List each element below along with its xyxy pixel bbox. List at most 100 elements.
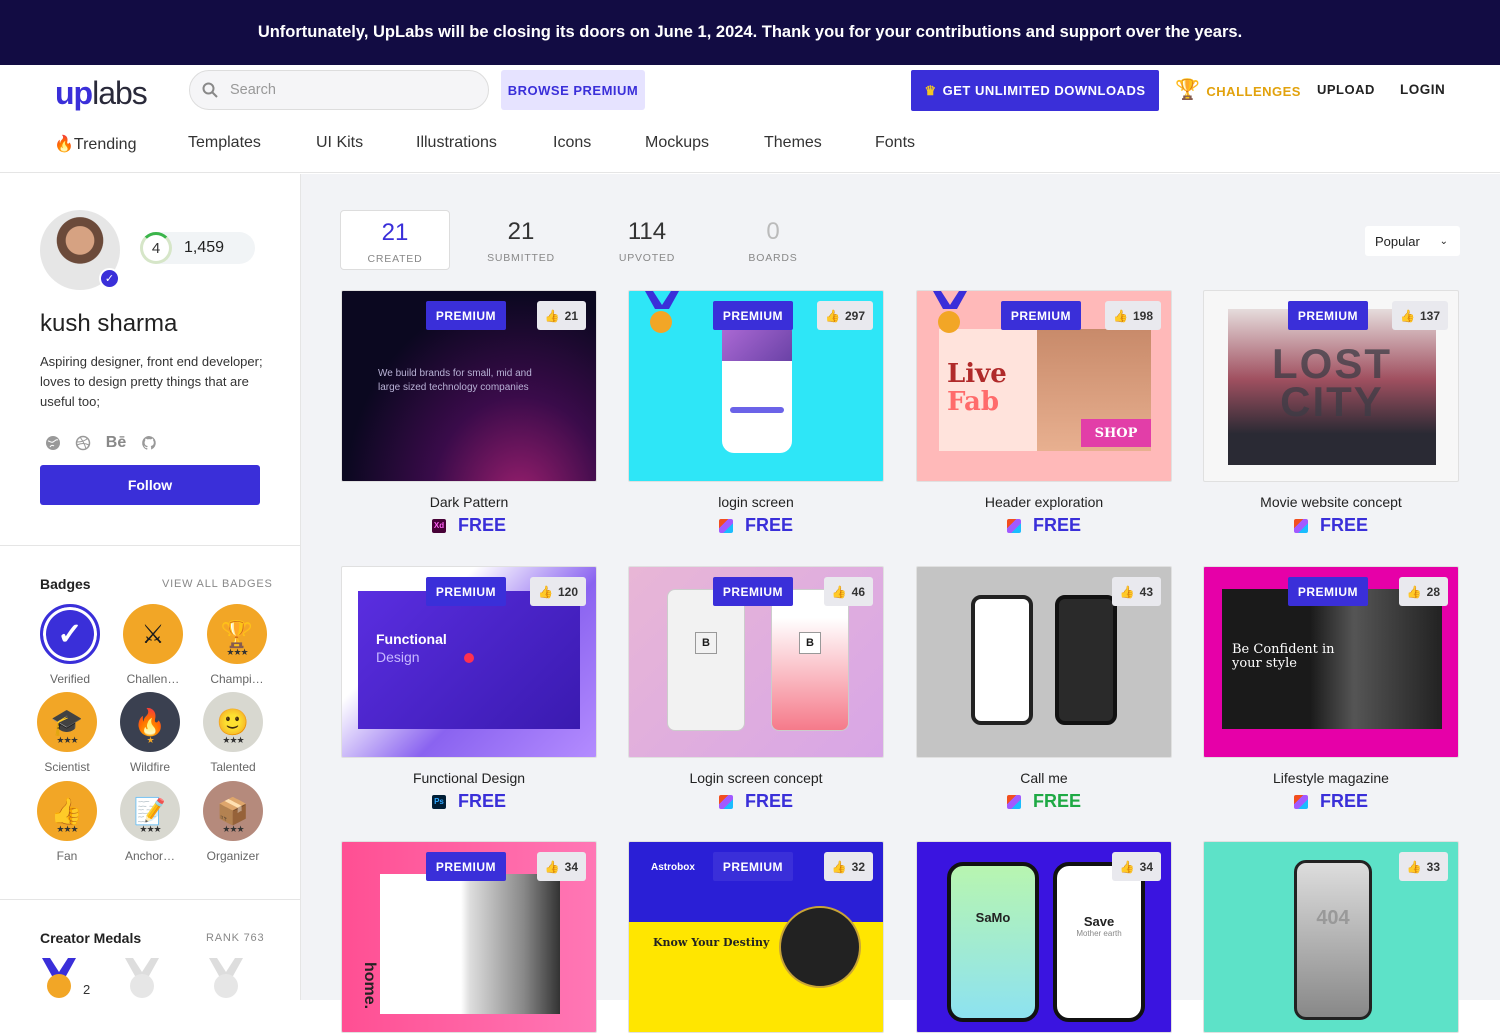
badge-verified[interactable]: ✓ Verified	[35, 604, 105, 686]
gold-medal-count: 2	[83, 982, 91, 997]
behance-icon[interactable]: Bē	[104, 434, 128, 452]
phone-mockup: Save Mother earth	[1053, 862, 1145, 1022]
shot-title[interactable]: Lifestyle magazine	[1203, 770, 1459, 786]
reputation-pill[interactable]: 4 1,459	[140, 232, 255, 264]
category-mockups[interactable]: Mockups	[645, 134, 709, 152]
shot-card[interactable]: Astrobox Know Your Destiny PREMIUM 👍 32	[628, 841, 884, 1033]
shot-card[interactable]: SaMo Save Mother earth 👍 34	[916, 841, 1172, 1033]
badge-scientist[interactable]: 🎓 ★★★ Scientist	[32, 692, 102, 774]
category-fonts[interactable]: Fonts	[875, 134, 915, 152]
category-themes[interactable]: Themes	[764, 134, 822, 152]
shot-title[interactable]: Movie website concept	[1203, 494, 1459, 510]
shot-thumbnail[interactable]: home. PREMIUM 👍 34	[341, 841, 597, 1033]
shot-title[interactable]: Functional Design	[341, 770, 597, 786]
shot-card[interactable]: PREMIUM 👍 297 login screen FREE	[628, 290, 884, 536]
shot-card[interactable]: 404 👍 33	[1203, 841, 1459, 1033]
premium-badge: PREMIUM	[425, 852, 506, 881]
dribbble-icon[interactable]	[74, 434, 92, 452]
badge-anchor[interactable]: 📝 ★★★ Anchor…	[115, 781, 185, 863]
like-button[interactable]: 👍 297	[817, 301, 873, 330]
shot-card[interactable]: Be Confident in your style PREMIUM 👍 28 L…	[1203, 566, 1459, 812]
follow-button[interactable]: Follow	[40, 465, 260, 505]
shot-price: FREE	[916, 515, 1172, 536]
badge-champion[interactable]: 🏆 ★★★ Champi…	[202, 604, 272, 686]
like-button[interactable]: 👍 198	[1105, 301, 1161, 330]
shot-thumbnail[interactable]: Functional Design PREMIUM 👍 120	[341, 566, 597, 758]
phone-mockup: 404	[1294, 860, 1372, 1020]
sort-select[interactable]: Popular ⌄	[1365, 226, 1460, 256]
shot-thumbnail[interactable]: Be Confident in your style PREMIUM 👍 28	[1203, 566, 1459, 758]
thumbs-up-icon: 👍	[831, 584, 847, 599]
shot-card[interactable]: Live Fab SHOP PREMIUM 👍 198 Header explor…	[916, 290, 1172, 536]
box-icon: 📦 ★★★	[203, 781, 263, 841]
shot-card[interactable]: home. PREMIUM 👍 34	[341, 841, 597, 1033]
shot-title[interactable]: login screen	[628, 494, 884, 510]
badge-challenger[interactable]: ⚔ Challen…	[118, 604, 188, 686]
main-content: 21 CREATED 21 SUBMITTED 114 UPVOTED 0 BOARDS…	[301, 174, 1500, 1033]
shot-card[interactable]: Functional Design PREMIUM 👍 120 Functiona…	[341, 566, 597, 812]
like-button[interactable]: 👍 120	[530, 577, 586, 606]
shot-thumbnail[interactable]: SaMo Save Mother earth 👍 34	[916, 841, 1172, 1033]
shot-card[interactable]: LOST CITY PREMIUM 👍 137 Movie website con…	[1203, 290, 1459, 536]
badge-talented[interactable]: 🙂 ★★★ Talented	[198, 692, 268, 774]
tab-upvoted[interactable]: 114 UPVOTED	[592, 210, 702, 270]
shot-card[interactable]: 👍 43 Call me FREE	[916, 566, 1172, 812]
view-all-badges-link[interactable]: VIEW ALL BADGES	[162, 578, 273, 590]
shot-card[interactable]: B B PREMIUM 👍 46 Login screen concept FRE…	[628, 566, 884, 812]
badge-fan[interactable]: 👍 ★★★ Fan	[32, 781, 102, 863]
category-templates[interactable]: Templates	[188, 134, 261, 152]
upload-link[interactable]: UPLOAD	[1317, 82, 1375, 97]
shot-title[interactable]: Login screen concept	[628, 770, 884, 786]
category-icons[interactable]: Icons	[553, 134, 591, 152]
globe-icon[interactable]	[44, 434, 62, 452]
like-button[interactable]: 👍 28	[1398, 577, 1448, 606]
like-button[interactable]: 👍 46	[823, 577, 873, 606]
challenges-link[interactable]: 🏆 CHALLENGES	[1175, 77, 1301, 102]
login-link[interactable]: LOGIN	[1400, 82, 1445, 97]
shot-thumbnail[interactable]: B B PREMIUM 👍 46	[628, 566, 884, 758]
shot-thumbnail[interactable]: We build brands for small, mid and large…	[341, 290, 597, 482]
like-button[interactable]: 👍 21	[536, 301, 586, 330]
search-input[interactable]: Search	[189, 70, 489, 110]
shot-title[interactable]: Header exploration	[916, 494, 1172, 510]
like-button[interactable]: 👍 32	[823, 852, 873, 881]
figma-icon	[1293, 518, 1308, 533]
photoshop-icon: Ps	[431, 794, 446, 809]
tab-boards[interactable]: 0 BOARDS	[718, 210, 828, 270]
get-unlimited-downloads-button[interactable]: ♛ GET UNLIMITED DOWNLOADS	[911, 70, 1159, 111]
like-button[interactable]: 👍 43	[1111, 577, 1161, 606]
social-links: Bē	[44, 434, 158, 452]
phone-mockup	[722, 321, 792, 453]
shot-thumbnail[interactable]: PREMIUM 👍 297	[628, 290, 884, 482]
category-trending[interactable]: 🔥Trending	[54, 134, 136, 154]
shot-title[interactable]: Dark Pattern	[341, 494, 597, 510]
browse-premium-button[interactable]: BROWSE PREMIUM	[501, 70, 645, 110]
badge-organizer[interactable]: 📦 ★★★ Organizer	[198, 781, 268, 863]
search-placeholder: Search	[230, 82, 276, 98]
category-ui-kits[interactable]: UI Kits	[316, 134, 363, 152]
shot-thumbnail[interactable]: 👍 43	[916, 566, 1172, 758]
shot-thumbnail[interactable]: 404 👍 33	[1203, 841, 1459, 1033]
github-icon[interactable]	[140, 434, 158, 452]
shot-thumbnail[interactable]: Astrobox Know Your Destiny PREMIUM 👍 32	[628, 841, 884, 1033]
shot-thumbnail[interactable]: Live Fab SHOP PREMIUM 👍 198	[916, 290, 1172, 482]
like-button[interactable]: 👍 34	[1111, 852, 1161, 881]
like-button[interactable]: 👍 137	[1392, 301, 1448, 330]
tab-submitted[interactable]: 21 SUBMITTED	[466, 210, 576, 270]
tab-created[interactable]: 21 CREATED	[340, 210, 450, 270]
shot-card[interactable]: We build brands for small, mid and large…	[341, 290, 597, 536]
badge-wildfire[interactable]: 🔥 ★ Wildfire	[115, 692, 185, 774]
shot-thumbnail[interactable]: LOST CITY PREMIUM 👍 137	[1203, 290, 1459, 482]
fire-icon: 🔥 ★	[120, 692, 180, 752]
like-button[interactable]: 👍 33	[1398, 852, 1448, 881]
uplabs-logo[interactable]: uplabs	[55, 75, 148, 112]
phone-mockup	[971, 595, 1033, 725]
phone-mockup: B	[771, 589, 849, 731]
category-illustrations[interactable]: Illustrations	[416, 134, 497, 152]
face-icon: 🙂 ★★★	[203, 692, 263, 752]
premium-badge: PREMIUM	[712, 852, 793, 881]
profile-sidebar: ✓ 4 1,459 kush sharma Aspiring designer,…	[0, 174, 301, 1000]
shot-title[interactable]: Call me	[916, 770, 1172, 786]
like-button[interactable]: 👍 34	[536, 852, 586, 881]
trophy-icon: 🏆	[1175, 79, 1201, 101]
